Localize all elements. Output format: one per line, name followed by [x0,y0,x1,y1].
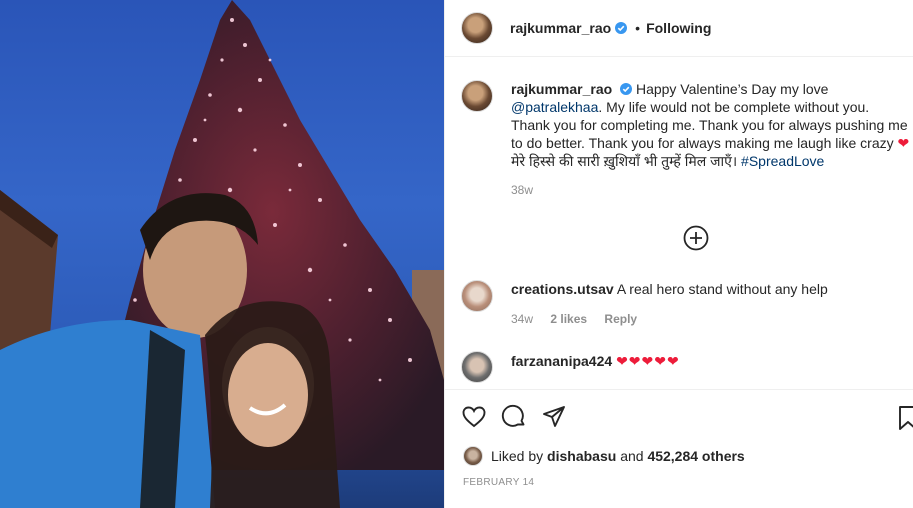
commenter-avatar[interactable] [461,351,493,383]
comment-meta: 34w 2 likes Reply [511,310,828,328]
caption-body: rajkummar_rao Happy Valentine’s Day my l… [511,80,911,199]
likes-count[interactable]: 452,284 others [647,448,744,464]
post-photo[interactable] [0,0,444,508]
heart-icon[interactable] [461,404,487,430]
comment-text: ❤❤❤❤❤ [616,353,680,369]
following-button[interactable]: Following [646,20,711,36]
likes-text: Liked by dishabasu and 452,284 others [491,448,745,464]
comment-item: creations.utsav A real hero stand withou… [461,280,901,328]
caption-username[interactable]: rajkummar_rao [511,81,612,97]
verified-badge-icon [615,22,628,34]
comment-likes[interactable]: 2 likes [550,312,587,326]
heart-emoji: ❤ [897,135,911,151]
verified-badge-icon [620,83,633,95]
caption-mention-link[interactable]: @patralekhaa [511,99,598,115]
photo-scene [0,0,444,508]
comment-time[interactable]: 34w [511,312,533,326]
commenter-username[interactable]: creations.utsav [511,281,614,297]
comment-text: A real hero stand without any help [616,281,828,297]
bookmark-icon[interactable] [896,405,913,431]
caption-avatar[interactable] [461,80,493,112]
caption-text-3: मेरे हिस्से की सारी ख़ुशियाँ भी तुम्हें … [511,153,742,169]
caption-hashtag-link[interactable]: #SpreadLove [741,153,824,169]
post-actions-bar [445,389,913,443]
comment-reply-button[interactable]: Reply [604,312,637,326]
commenter-avatar[interactable] [461,280,493,312]
likes-summary: Liked by dishabasu and 452,284 others [463,446,745,466]
caption-time[interactable]: 38w [511,181,911,199]
liker-username[interactable]: dishabasu [547,448,616,464]
comment-body: creations.utsav A real hero stand withou… [511,280,828,328]
load-more-icon[interactable] [683,225,709,251]
comment-icon[interactable] [501,404,527,430]
author-avatar[interactable] [461,12,493,44]
post-details-panel: rajkummar_rao • Following rajkummar_rao … [444,0,913,508]
liker-avatar[interactable] [463,446,483,466]
commenter-username[interactable]: farzananipa424 [511,353,612,369]
share-icon[interactable] [541,404,567,430]
header-separator: • [635,20,641,36]
author-username[interactable]: rajkummar_rao [510,20,611,36]
post-caption: rajkummar_rao Happy Valentine’s Day my l… [461,80,913,199]
post-header: rajkummar_rao • Following [445,0,913,57]
comment-item: farzananipa424 ❤❤❤❤❤ [461,351,901,383]
likes-middle: and [620,448,644,464]
post-date[interactable]: FEBRUARY 14 [463,477,534,488]
caption-text-1: Happy Valentine’s Day my love [635,81,829,97]
likes-prefix: Liked by [491,448,544,464]
comment-body: farzananipa424 ❤❤❤❤❤ [511,352,680,383]
